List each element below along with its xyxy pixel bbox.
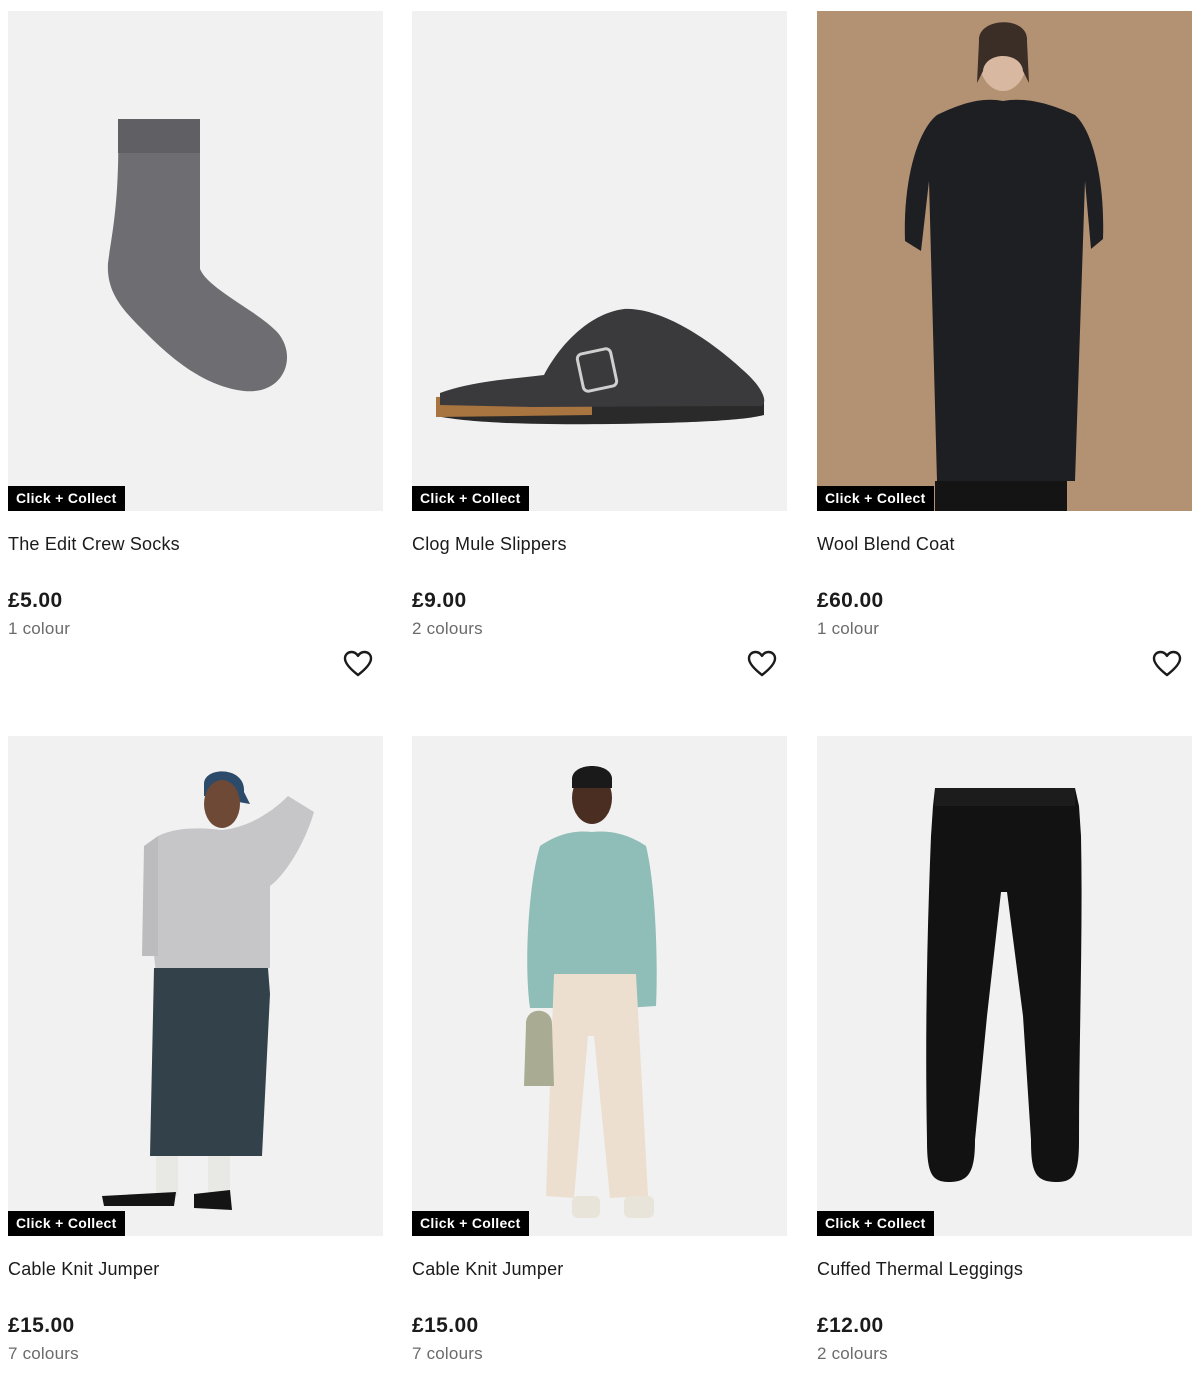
product-card[interactable]: Click + Collect Wool Blend Coat £60.00 1… [817,11,1192,677]
wishlist-button[interactable] [747,649,777,679]
product-card[interactable]: Click + Collect Cuffed Thermal Leggings … [817,736,1192,1364]
product-title[interactable]: The Edit Crew Socks [8,534,383,554]
colour-count: 7 colours [8,1344,79,1363]
product-card[interactable]: Click + Collect Cable Knit Jumper £15.00… [412,736,787,1364]
product-title[interactable]: Cuffed Thermal Leggings [817,1259,1192,1279]
click-collect-badge: Click + Collect [8,1211,125,1236]
product-price: £12.00 [817,1314,884,1337]
click-collect-badge: Click + Collect [817,486,934,511]
product-card[interactable]: Click + Collect The Edit Crew Socks £5.0… [8,11,383,677]
product-price: £15.00 [412,1314,479,1337]
grey-jumper-image [8,736,383,1236]
product-image[interactable]: Click + Collect [412,11,787,511]
colour-count: 1 colour [817,619,880,638]
clog-slipper-image [412,11,787,511]
colour-count: 7 colours [412,1344,483,1363]
colour-count: 2 colours [817,1344,888,1363]
wishlist-button[interactable] [343,649,373,679]
colour-count: 2 colours [412,619,483,638]
product-price: £9.00 [412,589,467,612]
colour-count: 1 colour [8,619,71,638]
click-collect-badge: Click + Collect [8,486,125,511]
product-card[interactable]: Click + Collect Clog Mule Slippers £9.00… [412,11,787,677]
heart-icon [343,650,373,677]
product-title[interactable]: Clog Mule Slippers [412,534,787,554]
heart-icon [747,650,777,677]
wishlist-button[interactable] [1152,649,1182,679]
product-image[interactable]: Click + Collect [817,11,1192,511]
wool-coat-image [817,11,1192,511]
click-collect-badge: Click + Collect [412,1211,529,1236]
product-image[interactable]: Click + Collect [817,736,1192,1236]
product-price: £15.00 [8,1314,75,1337]
product-title[interactable]: Cable Knit Jumper [8,1259,383,1279]
grey-sock-image [8,11,383,511]
product-image[interactable]: Click + Collect [8,11,383,511]
mint-jumper-image [412,736,787,1236]
product-price: £60.00 [817,589,884,612]
product-title[interactable]: Cable Knit Jumper [412,1259,787,1279]
click-collect-badge: Click + Collect [412,486,529,511]
click-collect-badge: Click + Collect [817,1211,934,1236]
product-title[interactable]: Wool Blend Coat [817,534,1192,554]
product-card[interactable]: Click + Collect Cable Knit Jumper £15.00… [8,736,383,1364]
product-grid: Click + Collect The Edit Crew Socks £5.0… [0,0,1200,1374]
product-image[interactable]: Click + Collect [412,736,787,1236]
product-image[interactable]: Click + Collect [8,736,383,1236]
product-price: £5.00 [8,589,63,612]
black-leggings-image [817,736,1192,1236]
heart-icon [1152,650,1182,677]
